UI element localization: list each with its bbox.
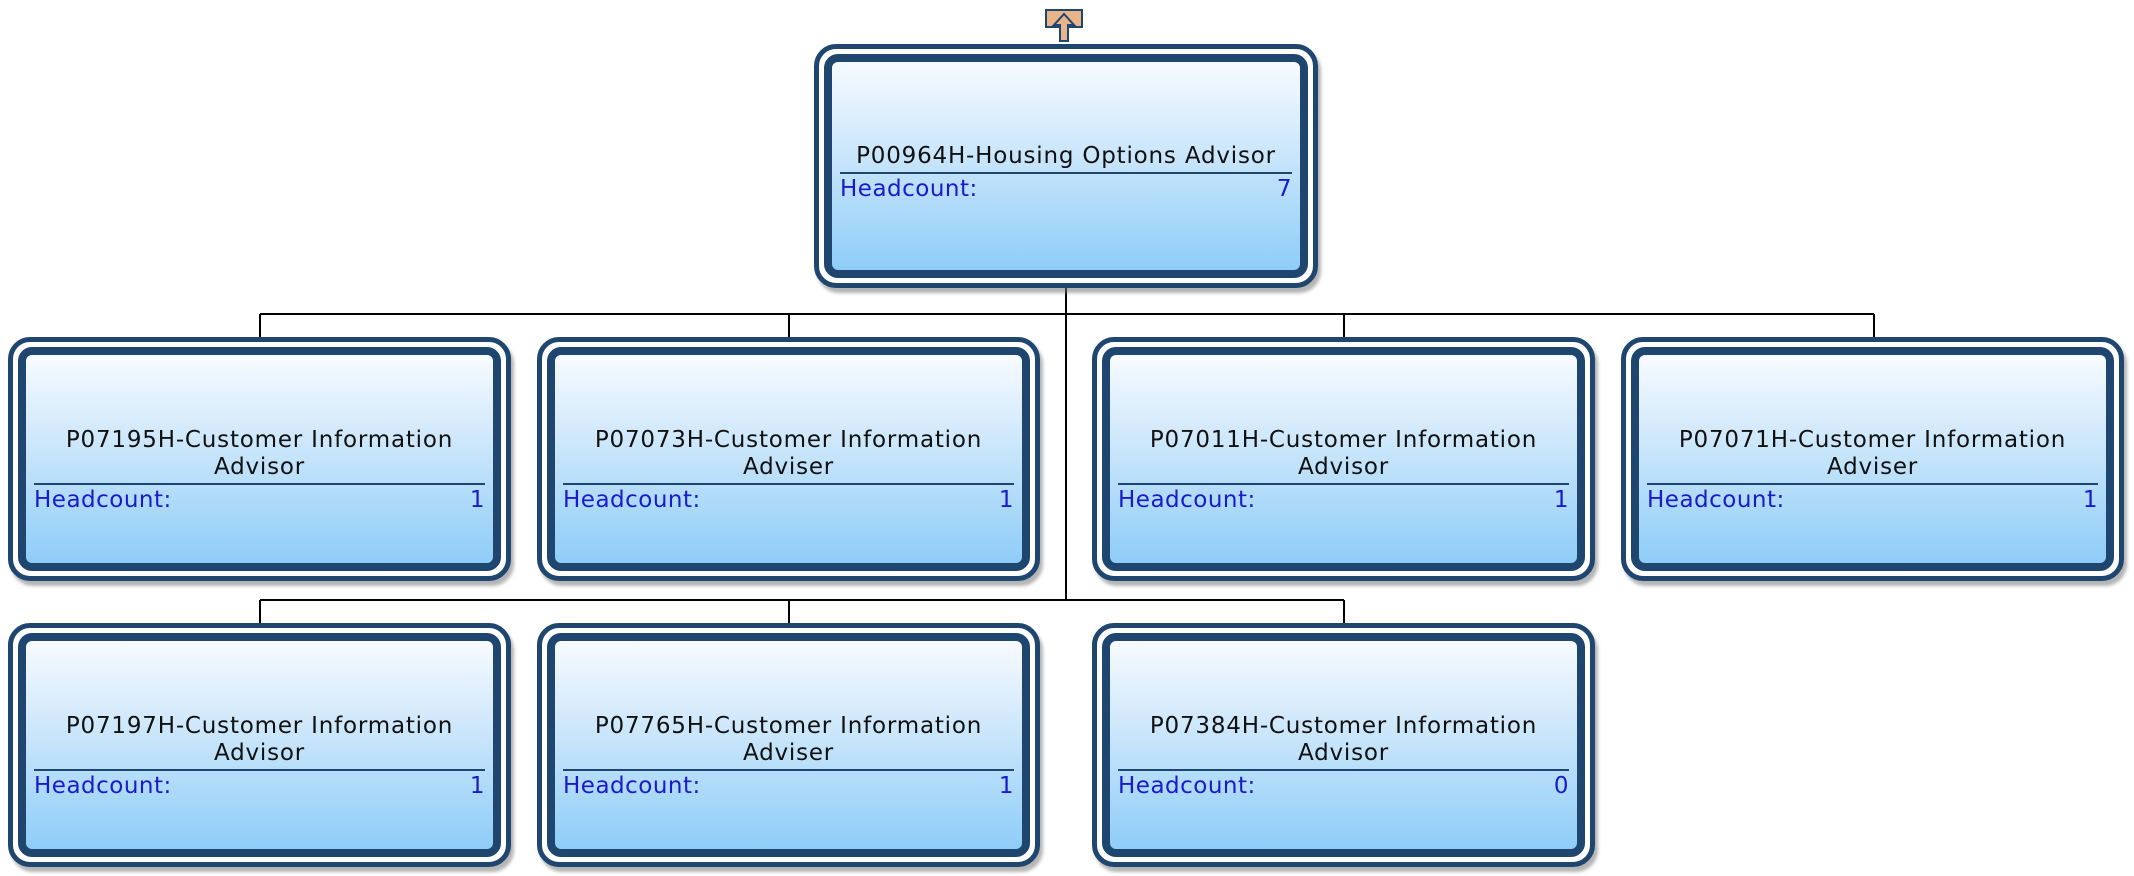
headcount-value: 1 [1553, 487, 1569, 513]
node-title-block: P00964H-Housing Options Advisor [840, 62, 1292, 174]
org-node-child[interactable]: P07011H-Customer Information Advisor Hea… [1092, 337, 1595, 581]
node-body: P07195H-Customer Information Advisor Hea… [18, 347, 501, 571]
headcount-label: Headcount: [563, 487, 701, 513]
headcount-row: Headcount: 1 [1647, 487, 2098, 514]
node-title-block: P07073H-Customer Information Adviser [563, 355, 1014, 485]
node-title: P07765H-Customer Information Adviser [594, 713, 983, 766]
headcount-row: Headcount: 7 [840, 176, 1292, 203]
headcount-value: 1 [2082, 487, 2098, 513]
node-title-block: P07195H-Customer Information Advisor [34, 355, 485, 485]
headcount-value: 1 [469, 487, 485, 513]
node-title-block: P07384H-Customer Information Advisor [1118, 641, 1569, 771]
up-arrow-icon [1045, 9, 1083, 42]
org-node-child[interactable]: P07384H-Customer Information Advisor Hea… [1092, 623, 1595, 867]
node-title: P07011H-Customer Information Advisor [1149, 427, 1538, 480]
org-node-child[interactable]: P07197H-Customer Information Advisor Hea… [8, 623, 511, 867]
org-node-child[interactable]: P07195H-Customer Information Advisor Hea… [8, 337, 511, 581]
node-title: P07195H-Customer Information Advisor [65, 427, 454, 480]
org-node-child[interactable]: P07073H-Customer Information Adviser Hea… [537, 337, 1040, 581]
headcount-value: 1 [469, 773, 485, 799]
node-title: P07073H-Customer Information Adviser [594, 427, 983, 480]
node-body: P00964H-Housing Options Advisor Headcoun… [824, 54, 1308, 278]
headcount-row: Headcount: 1 [563, 773, 1014, 800]
headcount-row: Headcount: 1 [563, 487, 1014, 514]
headcount-row: Headcount: 0 [1118, 773, 1569, 800]
headcount-value: 0 [1553, 773, 1569, 799]
headcount-label: Headcount: [34, 773, 172, 799]
headcount-value: 1 [998, 487, 1014, 513]
node-body: P07197H-Customer Information Advisor Hea… [18, 633, 501, 857]
node-title: P07384H-Customer Information Advisor [1149, 713, 1538, 766]
headcount-label: Headcount: [1118, 487, 1256, 513]
node-body: P07765H-Customer Information Adviser Hea… [547, 633, 1030, 857]
headcount-row: Headcount: 1 [34, 773, 485, 800]
collapse-up-button[interactable] [1045, 9, 1083, 43]
headcount-label: Headcount: [563, 773, 701, 799]
node-body: P07073H-Customer Information Adviser Hea… [547, 347, 1030, 571]
node-body: P07071H-Customer Information Adviser Hea… [1631, 347, 2114, 571]
node-title: P00964H-Housing Options Advisor [856, 143, 1276, 169]
node-title: P07071H-Customer Information Adviser [1678, 427, 2067, 480]
node-body: P07384H-Customer Information Advisor Hea… [1102, 633, 1585, 857]
node-title-block: P07011H-Customer Information Advisor [1118, 355, 1569, 485]
org-node-child[interactable]: P07071H-Customer Information Adviser Hea… [1621, 337, 2124, 581]
node-title-block: P07197H-Customer Information Advisor [34, 641, 485, 771]
headcount-row: Headcount: 1 [34, 487, 485, 514]
headcount-value: 1 [998, 773, 1014, 799]
headcount-row: Headcount: 1 [1118, 487, 1569, 514]
node-body: P07011H-Customer Information Advisor Hea… [1102, 347, 1585, 571]
org-chart: P00964H-Housing Options Advisor Headcoun… [0, 0, 2134, 876]
headcount-label: Headcount: [34, 487, 172, 513]
org-node-child[interactable]: P07765H-Customer Information Adviser Hea… [537, 623, 1040, 867]
node-title: P07197H-Customer Information Advisor [65, 713, 454, 766]
headcount-label: Headcount: [840, 176, 978, 202]
headcount-label: Headcount: [1647, 487, 1785, 513]
node-title-block: P07071H-Customer Information Adviser [1647, 355, 2098, 485]
headcount-label: Headcount: [1118, 773, 1256, 799]
org-node-root[interactable]: P00964H-Housing Options Advisor Headcoun… [814, 44, 1318, 288]
headcount-value: 7 [1276, 176, 1292, 202]
node-title-block: P07765H-Customer Information Adviser [563, 641, 1014, 771]
